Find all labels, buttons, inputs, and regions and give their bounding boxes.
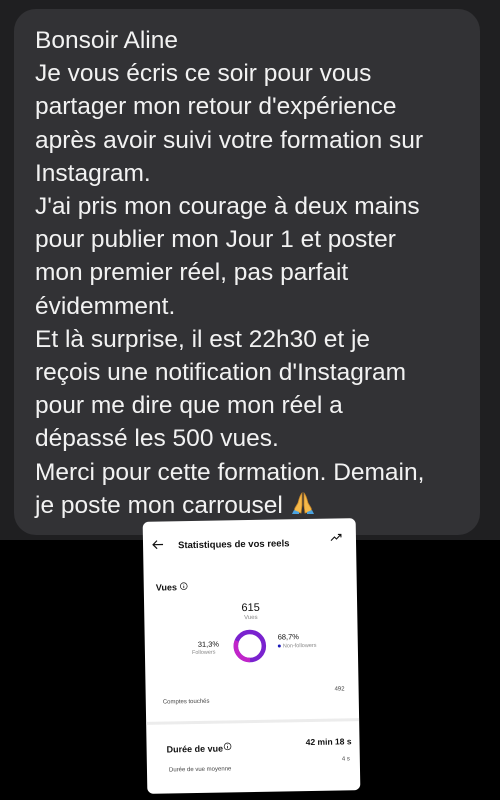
message-line: après avoir suivi votre formation sur — [35, 126, 424, 154]
watch-time-label: Durée de vue — [166, 743, 224, 755]
message-line: dépassé les 500 vues. — [35, 425, 279, 453]
message-greeting: Bonsoir Aline — [35, 27, 179, 54]
watch-time-total: 42 min 18 s — [305, 736, 352, 748]
message-line: pour publier mon Jour 1 et poster — [35, 226, 396, 254]
stats-header: Statistiques de vos reels — [143, 518, 357, 562]
followers-percent: 31,3% — [197, 639, 220, 649]
average-watch-time-value: 4 s — [341, 756, 350, 763]
message-paragraph-3: Et là surprise, il est 22h30 et je reçoi… — [35, 323, 470, 456]
message-line: Instagram. — [35, 159, 151, 187]
trend-up-icon[interactable] — [330, 532, 342, 542]
non-followers-legend: Non-followers — [277, 642, 317, 650]
message-line: partager mon retour d'expérience — [35, 93, 397, 121]
chat-panel: Bonsoir Aline Je vous écris ce soir pour… — [0, 0, 500, 540]
message-line: J'ai pris mon courage à deux mains — [35, 193, 420, 221]
message-line: mon premier réel, pas parfait — [35, 259, 349, 287]
message-line: Merci pour cette formation. Demain, — [35, 458, 425, 486]
info-icon[interactable] — [223, 742, 232, 751]
average-watch-time-label: Durée de vue moyenne — [168, 766, 232, 774]
views-donut-chart — [233, 629, 267, 663]
message-line: pour me dire que mon réel a — [35, 392, 343, 420]
info-icon[interactable] — [180, 582, 188, 590]
accounts-reached-label: Comptes touchés — [162, 698, 210, 706]
message-line: Je vous écris ce soir pour vous — [35, 60, 372, 88]
message-paragraph-1: Je vous écris ce soir pour vous partager… — [35, 57, 470, 190]
message-line: je poste mon carrousel — [35, 491, 283, 519]
stats-title: Statistiques de vos reels — [177, 538, 290, 552]
message-paragraph-2: J'ai pris mon courage à deux mains pour … — [35, 190, 470, 323]
section-divider — [146, 718, 360, 725]
folded-hands-emoji — [291, 491, 314, 514]
back-arrow-icon[interactable] — [152, 540, 164, 550]
message-bubble: Bonsoir Aline Je vous écris ce soir pour… — [14, 9, 480, 535]
stats-card: Statistiques de vos reels Vues 615 Vues … — [142, 518, 361, 794]
non-followers-label: Non-followers — [282, 642, 317, 650]
message-line: reçois une notification d'Instagram — [35, 359, 407, 387]
message-paragraph-4: Merci pour cette formation. Demain, je p… — [35, 456, 470, 522]
message-line: Et là surprise, il est 22h30 et je — [35, 325, 371, 353]
views-label: Vues — [155, 582, 178, 593]
legend-dot — [277, 644, 281, 648]
followers-label: Followers — [191, 649, 216, 657]
non-followers-percent: 68,7% — [277, 632, 300, 642]
accounts-reached-value: 492 — [334, 686, 345, 693]
message-line: évidemment. — [35, 292, 176, 320]
